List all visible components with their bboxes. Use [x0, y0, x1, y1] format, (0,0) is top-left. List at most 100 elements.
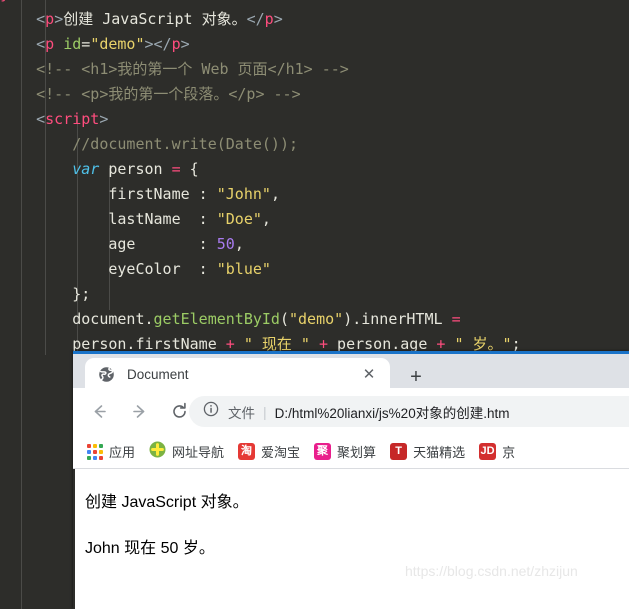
apps-grid-icon: [87, 443, 103, 460]
code-line: <p id="demo"></p>: [0, 32, 521, 57]
code-token: };: [0, 285, 91, 303]
code-token: <: [36, 35, 46, 53]
bookmark-label: 天猫精选: [413, 445, 466, 460]
watermark-text: https://blog.csdn.net/zhzijun: [405, 563, 578, 579]
code-line: document.getElementById("demo").innerHTM…: [0, 307, 521, 332]
code-token: =: [171, 160, 181, 178]
code-token: <!-- <h1>我的第一个 Web 页面</h1> -->: [0, 60, 349, 78]
page-paragraph-1: 创建 JavaScript 对象。: [85, 494, 249, 511]
code-token: getElementById: [153, 310, 280, 328]
bookmark-label: 爱淘宝: [261, 445, 301, 460]
url-scheme-label: 文件: [228, 405, 255, 421]
code-token: >: [180, 35, 190, 53]
code-token: ,: [261, 210, 271, 228]
url-text[interactable]: D:/html%20lianxi/js%20对象的创建.htm: [275, 402, 510, 422]
bookmarks-bar: 应用 网址导航淘爱淘宝聚聚划算 T 天猫精选 JD 京: [73, 435, 629, 469]
browser-toolbar: 文件 | D:/html%20lianxi/js%20对象的创建.htm: [73, 388, 629, 435]
code-token: p: [264, 10, 274, 28]
code-token: >: [99, 110, 109, 128]
bookmark-item[interactable]: 网址导航: [149, 441, 230, 463]
code-token: <: [36, 10, 46, 28]
code-token: }: [0, 0, 9, 3]
code-token: firstName :: [0, 185, 217, 203]
code-token: person: [99, 160, 172, 178]
tab-strip: Document ✕ +: [73, 354, 629, 391]
site-info-icon[interactable]: [203, 401, 219, 422]
juhuasuan-icon: 聚: [314, 443, 332, 460]
code-token: p: [171, 35, 181, 53]
bookmark-item[interactable]: 聚聚划算: [314, 442, 382, 461]
close-icon[interactable]: ✕: [358, 364, 380, 386]
tab-title: Document: [127, 367, 189, 382]
bookmark-item[interactable]: 应用: [87, 442, 141, 461]
code-token: lastName :: [0, 210, 217, 228]
code-line: <script>: [0, 107, 521, 132]
code-line: <p>创建 JavaScript 对象。</p>: [0, 7, 521, 32]
code-line: eyeColor : "blue": [0, 257, 521, 282]
code-token: ).innerHTML: [343, 310, 452, 328]
forward-icon[interactable]: [125, 398, 153, 426]
code-token: </: [246, 10, 265, 28]
code-lines[interactable]: } <p>创建 JavaScript 对象。</p> <p id="demo">…: [0, 0, 521, 357]
code-token: {: [180, 160, 199, 178]
bookmark-item[interactable]: 淘爱淘宝: [238, 442, 306, 461]
bookmark-label: 应用: [109, 445, 136, 460]
address-bar[interactable]: 文件 | D:/html%20lianxi/js%20对象的创建.htm: [189, 396, 629, 427]
code-line: firstName : "John",: [0, 182, 521, 207]
bookmark-item[interactable]: T 天猫精选: [390, 442, 471, 461]
url-divider: |: [263, 403, 267, 420]
code-token: var: [72, 160, 100, 178]
code-token: "Doe": [216, 210, 262, 228]
back-icon[interactable]: [85, 398, 113, 426]
code-token: p: [45, 10, 55, 28]
code-token: >: [54, 10, 64, 28]
bookmark-label: 网址导航: [172, 445, 225, 460]
code-token: "demo": [289, 310, 344, 328]
code-token: (: [279, 310, 289, 328]
code-token: 50: [216, 235, 235, 253]
code-token: =: [451, 310, 461, 328]
nav-plus-icon: [149, 441, 166, 463]
code-token: =: [81, 35, 91, 53]
code-line: var person = {: [0, 157, 521, 182]
code-token: id: [63, 35, 82, 53]
code-line: age : 50,: [0, 232, 521, 257]
code-token: >: [273, 10, 283, 28]
code-token: script: [45, 110, 100, 128]
jd-icon: JD: [479, 443, 497, 460]
code-line: }: [0, 0, 521, 7]
code-token: p: [45, 35, 55, 53]
code-line: <!-- <p>我的第一个段落。</p> -->: [0, 82, 521, 107]
code-token: "demo": [90, 35, 145, 53]
code-token: <!-- <p>我的第一个段落。</p> -->: [0, 85, 301, 103]
code-token: <: [36, 110, 46, 128]
code-token: "blue": [216, 260, 271, 278]
code-token: //document.write(Date());: [0, 135, 299, 153]
code-line: };: [0, 282, 521, 307]
bookmark-label: 聚划算: [337, 445, 377, 460]
code-line: lastName : "Doe",: [0, 207, 521, 232]
new-tab-button[interactable]: +: [403, 364, 429, 390]
bookmark-label: 京: [502, 445, 516, 460]
globe-icon: [98, 366, 115, 383]
code-token: age :: [0, 235, 217, 253]
page-viewport: 创建 JavaScript 对象。 John 现在 50 岁。 https://…: [73, 469, 629, 609]
code-token: 创建 JavaScript 对象。: [63, 10, 247, 28]
code-token: "John": [216, 185, 271, 203]
code-line: <!-- <h1>我的第一个 Web 页面</h1> -->: [0, 57, 521, 82]
bookmark-item[interactable]: JD 京: [479, 442, 521, 461]
taobao-icon: 淘: [238, 443, 256, 460]
code-token: </: [153, 35, 172, 53]
code-token: eyeColor :: [0, 260, 217, 278]
code-token: >: [144, 35, 154, 53]
browser-tab[interactable]: Document ✕: [85, 358, 390, 391]
code-token: ,: [234, 235, 244, 253]
page-paragraph-2: John 现在 50 岁。: [85, 540, 215, 557]
code-token: document.: [0, 310, 154, 328]
browser-window[interactable]: Document ✕ + 文件 | D:/html%20lianxi/js%20…: [73, 351, 629, 609]
viewport-left-edge: [73, 469, 75, 609]
